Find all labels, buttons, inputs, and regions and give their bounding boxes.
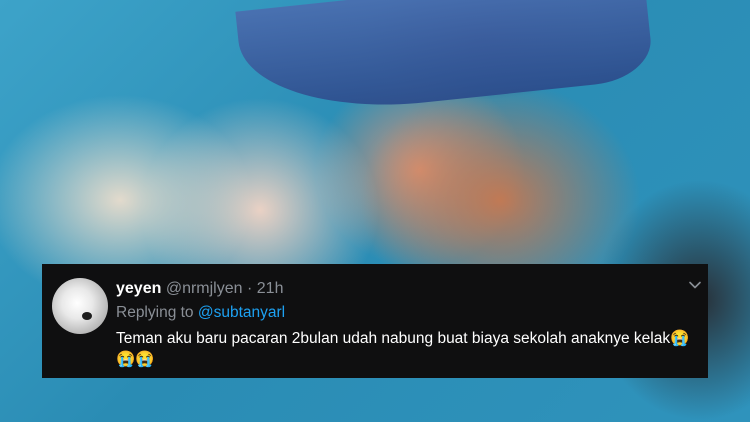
tweet-text: Teman aku baru pacaran 2bulan udah nabun… (116, 330, 690, 368)
display-name[interactable]: yeyen (116, 280, 161, 297)
chevron-down-icon[interactable] (688, 278, 702, 292)
replying-to: Replying to @subtanyarl (116, 304, 285, 322)
separator-dot: · (246, 280, 253, 297)
tweet-card[interactable]: yeyen @nrmjlyen · 21h Replying to @subta… (42, 264, 708, 378)
avatar-detail (82, 312, 92, 320)
replying-prefix: Replying to (116, 304, 198, 321)
replying-handle-link[interactable]: @subtanyarl (198, 304, 285, 321)
user-handle[interactable]: @nrmjlyen (166, 280, 243, 297)
tweet-header: yeyen @nrmjlyen · 21h (116, 280, 283, 298)
tweet-time[interactable]: 21h (257, 280, 284, 297)
avatar[interactable] (52, 278, 108, 334)
